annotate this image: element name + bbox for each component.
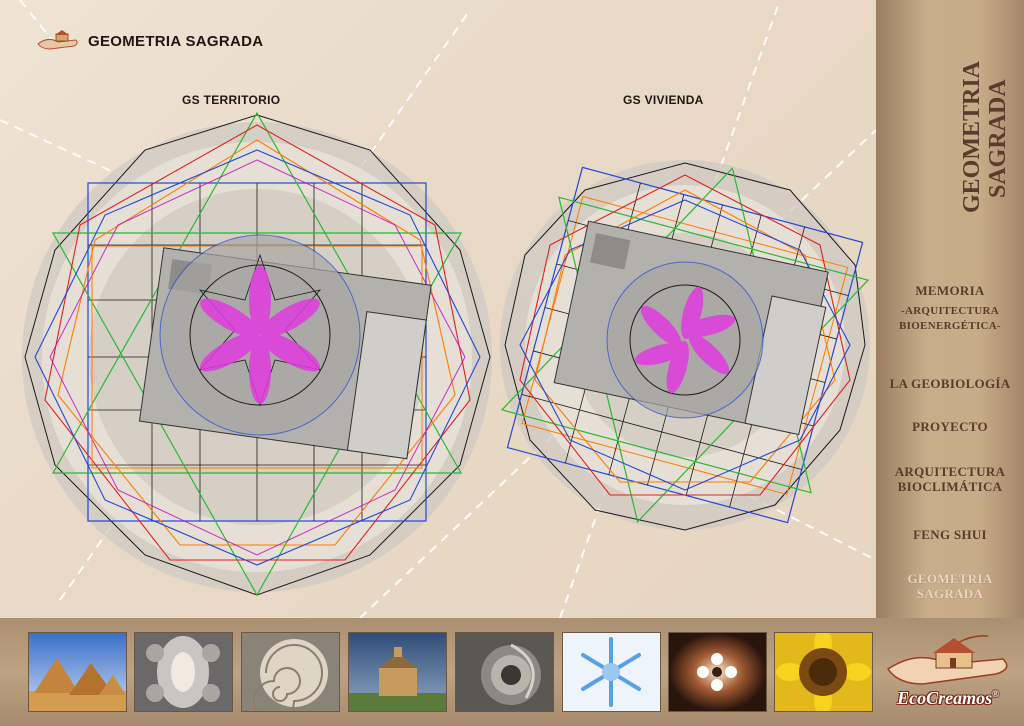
sidebar-title-line1: GEOMETRIA	[959, 60, 985, 213]
nav-geometria-line2: SAGRADA	[916, 586, 984, 601]
main-canvas: GEOMETRIA SAGRADA GS TERRITORIO GS VIVIE…	[0, 0, 876, 618]
hand-house-logo-icon	[37, 30, 78, 50]
cathedral-vault-thumb[interactable]	[134, 632, 233, 712]
brand-name-text: EcoCreamos	[897, 688, 993, 708]
page-title: GEOMETRIA SAGRADA	[88, 32, 264, 50]
nav-memoria-sub1: -ARQUITECTURA	[900, 305, 1000, 317]
gallery-strip: EcoCreamos®	[0, 618, 1024, 726]
sidebar: GEOMETRIA SAGRADA MEMORIA -ARQUITECTURA …	[876, 0, 1024, 618]
nav-feng-shui[interactable]: FENG SHUI	[876, 527, 1024, 542]
light-thumb[interactable]	[668, 632, 767, 712]
vivienda-title: GS VIVIENDA	[623, 93, 704, 107]
territorio-diagram	[22, 111, 492, 597]
nav-geometria-sagrada[interactable]: GEOMETRIA SAGRADA	[876, 571, 1024, 601]
pyramids-thumb[interactable]	[28, 632, 127, 712]
nav-memoria-label: MEMORIA	[915, 283, 985, 298]
sidebar-vertical-title: GEOMETRIA SAGRADA	[959, 48, 1012, 218]
chapel-thumb[interactable]	[348, 632, 447, 712]
spiral-stair-thumb[interactable]	[455, 632, 554, 712]
vivienda-diagram	[500, 160, 870, 531]
brand-logo[interactable]: EcoCreamos®	[878, 624, 1018, 724]
nav-geometria-line1: GEOMETRIA	[907, 571, 993, 586]
brand-hand-house-icon	[886, 635, 1008, 685]
page-header: GEOMETRIA SAGRADA	[36, 30, 263, 52]
nav-memoria[interactable]: MEMORIA -ARQUITECTURA BIOENERGÉTICA-	[876, 283, 1024, 334]
territorio-title: GS TERRITORIO	[182, 93, 281, 107]
nav-geobiologia[interactable]: LA GEOBIOLOGÍA	[876, 376, 1024, 391]
nav-memoria-sub2: BIOENERGÉTICA-	[899, 320, 1001, 332]
brand-name: EcoCreamos®	[878, 688, 1018, 709]
sidebar-title-line2: SAGRADA	[985, 79, 1011, 198]
nautilus-shell-thumb[interactable]	[241, 632, 340, 712]
site-map-background	[0, 0, 876, 618]
nav-arquitectura-bioclimatica[interactable]: ARQUITECTURA BIOCLIMÁTICA	[876, 464, 1024, 494]
nav-proyecto[interactable]: PROYECTO	[876, 419, 1024, 434]
nav-bioclimatica-line2: BIOCLIMÁTICA	[897, 479, 1003, 494]
snowflake-thumb[interactable]	[562, 632, 661, 712]
nav-bioclimatica-line1: ARQUITECTURA	[894, 464, 1006, 479]
brand-mark: ®	[992, 689, 999, 699]
sunflower-thumb[interactable]	[774, 632, 873, 712]
